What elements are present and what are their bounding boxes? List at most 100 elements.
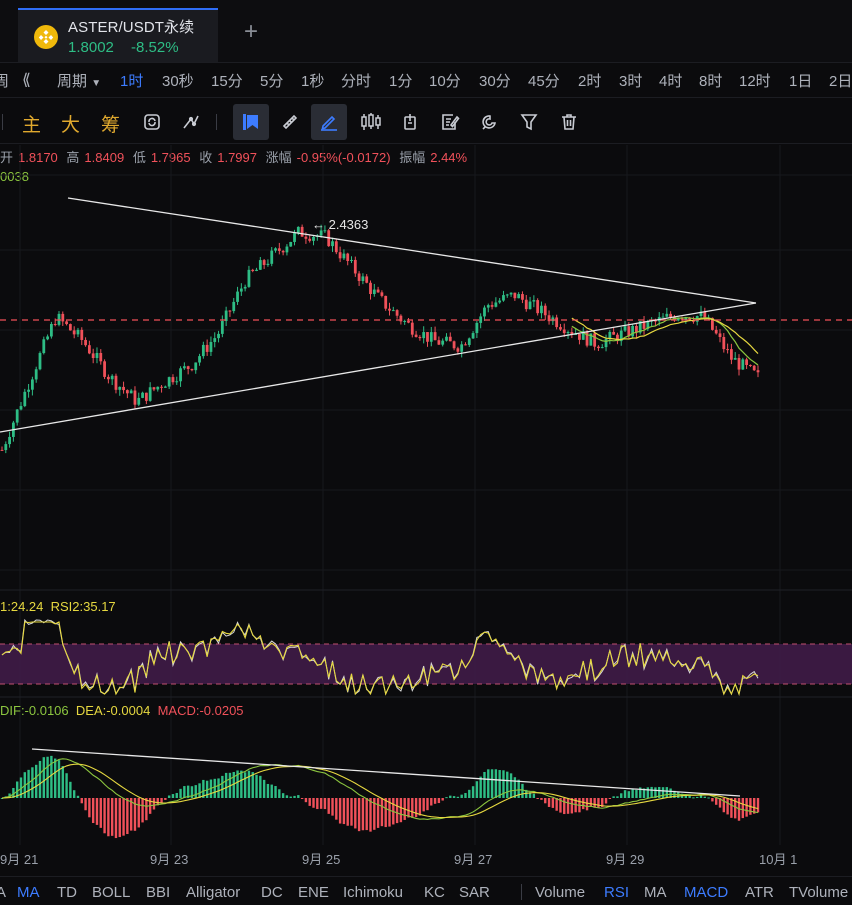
macd-bar bbox=[536, 798, 539, 799]
macd-bar bbox=[369, 798, 372, 832]
candle bbox=[4, 444, 8, 451]
macd-bar bbox=[331, 798, 334, 816]
indicator-volume-11[interactable]: Volume bbox=[535, 884, 585, 901]
macd-bar bbox=[42, 757, 45, 798]
candle bbox=[125, 390, 129, 394]
macd-bar bbox=[509, 773, 513, 798]
indicator-boll-3[interactable]: BOLL bbox=[92, 884, 130, 901]
indicator-ichimoku-8[interactable]: Ichimoku bbox=[343, 884, 403, 901]
macd-bar bbox=[414, 798, 418, 818]
indicator-dc-6[interactable]: DC bbox=[261, 884, 283, 901]
indicator-kc-9[interactable]: KC bbox=[424, 884, 445, 901]
indicator-ma-1[interactable]: MA bbox=[17, 884, 40, 901]
candle bbox=[304, 236, 308, 239]
candle bbox=[27, 389, 30, 392]
macd-bar bbox=[498, 770, 501, 798]
candle bbox=[593, 333, 597, 347]
macd-bar bbox=[99, 798, 102, 828]
indicator-a-0[interactable]: A bbox=[0, 884, 6, 901]
indicator-sar-10[interactable]: SAR bbox=[459, 884, 490, 901]
candle bbox=[258, 260, 262, 270]
candle bbox=[163, 386, 167, 388]
macd-bar bbox=[460, 794, 463, 798]
macd-bar bbox=[407, 798, 410, 818]
macd-bar bbox=[114, 798, 118, 839]
macd-bar bbox=[616, 796, 619, 798]
macd-bar bbox=[289, 796, 292, 798]
macd-bar bbox=[354, 798, 357, 829]
macd-bar bbox=[612, 796, 615, 798]
macd-bar bbox=[255, 774, 258, 798]
candle bbox=[498, 300, 502, 303]
candle bbox=[129, 390, 133, 394]
macd-bar bbox=[456, 796, 460, 798]
macd-bar bbox=[103, 798, 106, 834]
candle bbox=[479, 316, 483, 323]
candle bbox=[201, 344, 205, 357]
price-chart[interactable]: ← 2.4363 bbox=[0, 0, 852, 905]
macd-bar bbox=[471, 786, 475, 798]
support-trendline bbox=[0, 302, 757, 433]
macd-bar bbox=[730, 798, 733, 818]
candle bbox=[152, 387, 156, 390]
x-axis-label: 9月 29 bbox=[606, 852, 645, 867]
candle bbox=[532, 300, 536, 302]
macd-bar bbox=[589, 798, 593, 807]
candle bbox=[144, 392, 148, 401]
macd-bar bbox=[126, 798, 129, 835]
x-axis-label: 10月 1 bbox=[759, 852, 798, 867]
indicator-tvolume-16[interactable]: TVolume bbox=[789, 884, 848, 901]
candle bbox=[600, 347, 604, 349]
candle bbox=[61, 313, 65, 322]
indicator-macd-14[interactable]: MACD bbox=[684, 884, 728, 901]
macd-bar bbox=[585, 798, 589, 811]
macd-bar bbox=[84, 798, 87, 811]
candle bbox=[342, 253, 346, 259]
macd-bar bbox=[240, 770, 243, 798]
macd-bar bbox=[137, 798, 140, 828]
candle bbox=[190, 369, 194, 371]
macd-bar bbox=[376, 798, 380, 828]
candle bbox=[266, 263, 270, 265]
indicator-ene-7[interactable]: ENE bbox=[298, 884, 329, 901]
candle bbox=[209, 341, 213, 352]
macd-bar bbox=[532, 793, 536, 798]
macd-bar bbox=[745, 798, 748, 817]
candle bbox=[46, 336, 49, 340]
macd-bar bbox=[650, 786, 653, 798]
macd-bar bbox=[95, 798, 99, 825]
candle bbox=[486, 305, 490, 308]
macd-bar bbox=[551, 798, 555, 808]
macd-bar bbox=[490, 769, 494, 798]
candle bbox=[91, 353, 95, 359]
macd-bar bbox=[34, 764, 38, 798]
indicator-ma-13[interactable]: MA bbox=[644, 884, 667, 901]
candle bbox=[741, 359, 745, 370]
macd-bar bbox=[707, 797, 710, 799]
macd-bar bbox=[688, 795, 691, 798]
candle bbox=[308, 238, 312, 241]
macd-bar bbox=[741, 798, 745, 819]
candle bbox=[452, 341, 456, 349]
indicator-alligator-5[interactable]: Alligator bbox=[186, 884, 240, 901]
indicator-bbi-4[interactable]: BBI bbox=[146, 884, 170, 901]
macd-bar bbox=[80, 798, 83, 804]
candle bbox=[255, 269, 258, 271]
indicator-rsi-12[interactable]: RSI bbox=[604, 884, 629, 901]
macd-bar bbox=[433, 798, 437, 804]
candle bbox=[236, 291, 239, 302]
candle bbox=[110, 375, 114, 380]
candle bbox=[464, 344, 467, 346]
candle bbox=[289, 241, 293, 247]
candle bbox=[118, 386, 122, 390]
macd-bar bbox=[582, 798, 585, 810]
indicator-atr-15[interactable]: ATR bbox=[745, 884, 774, 901]
macd-bar bbox=[426, 798, 429, 811]
macd-bar bbox=[171, 794, 175, 798]
candle bbox=[418, 336, 422, 339]
indicator-td-2[interactable]: TD bbox=[57, 884, 77, 901]
candle bbox=[30, 379, 34, 390]
candle bbox=[665, 313, 669, 317]
candle bbox=[228, 310, 232, 312]
macd-bar bbox=[635, 789, 638, 798]
